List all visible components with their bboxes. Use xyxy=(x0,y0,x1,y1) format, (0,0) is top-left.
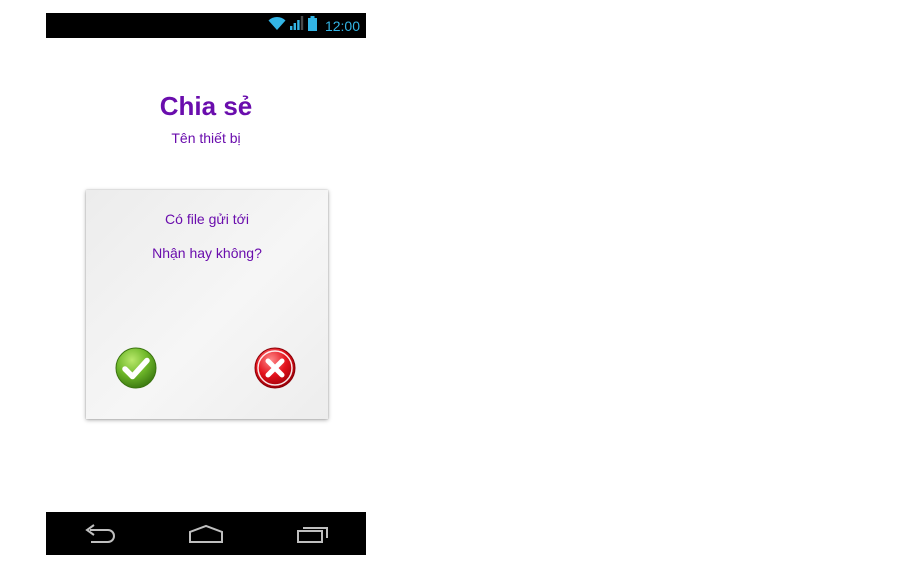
navigation-bar xyxy=(46,512,366,555)
home-button[interactable] xyxy=(176,516,236,552)
recent-apps-button[interactable] xyxy=(283,516,343,552)
signal-icon xyxy=(289,16,304,35)
battery-icon xyxy=(307,15,317,36)
dialog-question: Nhận hay không? xyxy=(152,245,262,261)
accept-button[interactable] xyxy=(115,347,157,389)
back-icon xyxy=(85,523,116,543)
reject-button[interactable] xyxy=(254,347,296,389)
receive-file-dialog: Có file gửi tới Nhận hay không? xyxy=(86,190,328,419)
home-icon xyxy=(188,524,223,543)
check-icon xyxy=(115,347,157,389)
status-bar: 12:00 xyxy=(46,13,366,38)
device-name: Tên thiết bị xyxy=(171,130,241,146)
status-time: 12:00 xyxy=(324,17,360,34)
page-title: Chia sẻ xyxy=(159,91,253,121)
close-icon xyxy=(254,347,296,389)
dialog-message: Có file gửi tới xyxy=(165,211,249,227)
back-button[interactable] xyxy=(69,516,129,552)
recent-apps-icon xyxy=(296,526,328,543)
wifi-icon xyxy=(268,16,286,35)
phone-screen: 12:00 Chia sẻ Tên thiết bị Có file gửi t… xyxy=(46,13,366,555)
